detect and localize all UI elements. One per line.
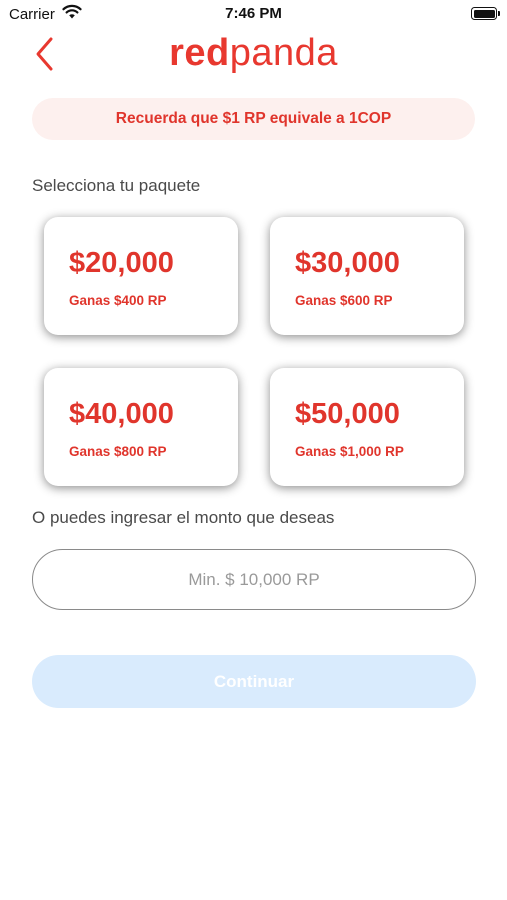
package-reward: Ganas $400 RP: [69, 293, 167, 308]
info-banner-text: Recuerda que $1 RP equivale a 1COP: [115, 110, 392, 127]
custom-amount-label: O puedes ingresar el monto que deseas: [32, 508, 335, 527]
package-amount: $30,000: [295, 247, 400, 279]
package-amount: $50,000: [295, 398, 400, 430]
package-reward: Ganas $600 RP: [295, 293, 393, 308]
header: redpanda: [0, 28, 507, 78]
package-card-50000[interactable]: $50,000 Ganas $1,000 RP: [270, 368, 464, 486]
clock-time: 7:46 PM: [225, 5, 282, 22]
package-reward: Ganas $800 RP: [69, 444, 167, 459]
package-reward: Ganas $1,000 RP: [295, 444, 404, 459]
package-amount: $40,000: [69, 398, 174, 430]
continue-button[interactable]: Continuar: [32, 655, 476, 708]
logo-panda-text: panda: [229, 32, 338, 74]
package-card-20000[interactable]: $20,000 Ganas $400 RP: [44, 217, 238, 335]
battery-icon: [471, 7, 500, 20]
custom-amount-input[interactable]: [32, 549, 476, 610]
package-section-label: Selecciona tu paquete: [32, 176, 201, 195]
info-banner: Recuerda que $1 RP equivale a 1COP: [32, 98, 475, 140]
redpanda-logo: redpanda: [0, 28, 507, 78]
package-card-40000[interactable]: $40,000 Ganas $800 RP: [44, 368, 238, 486]
package-amount: $20,000: [69, 247, 174, 279]
logo-red-text: red: [169, 32, 230, 74]
status-bar: Carrier 7:46 PM: [0, 0, 507, 28]
package-card-30000[interactable]: $30,000 Ganas $600 RP: [270, 217, 464, 335]
